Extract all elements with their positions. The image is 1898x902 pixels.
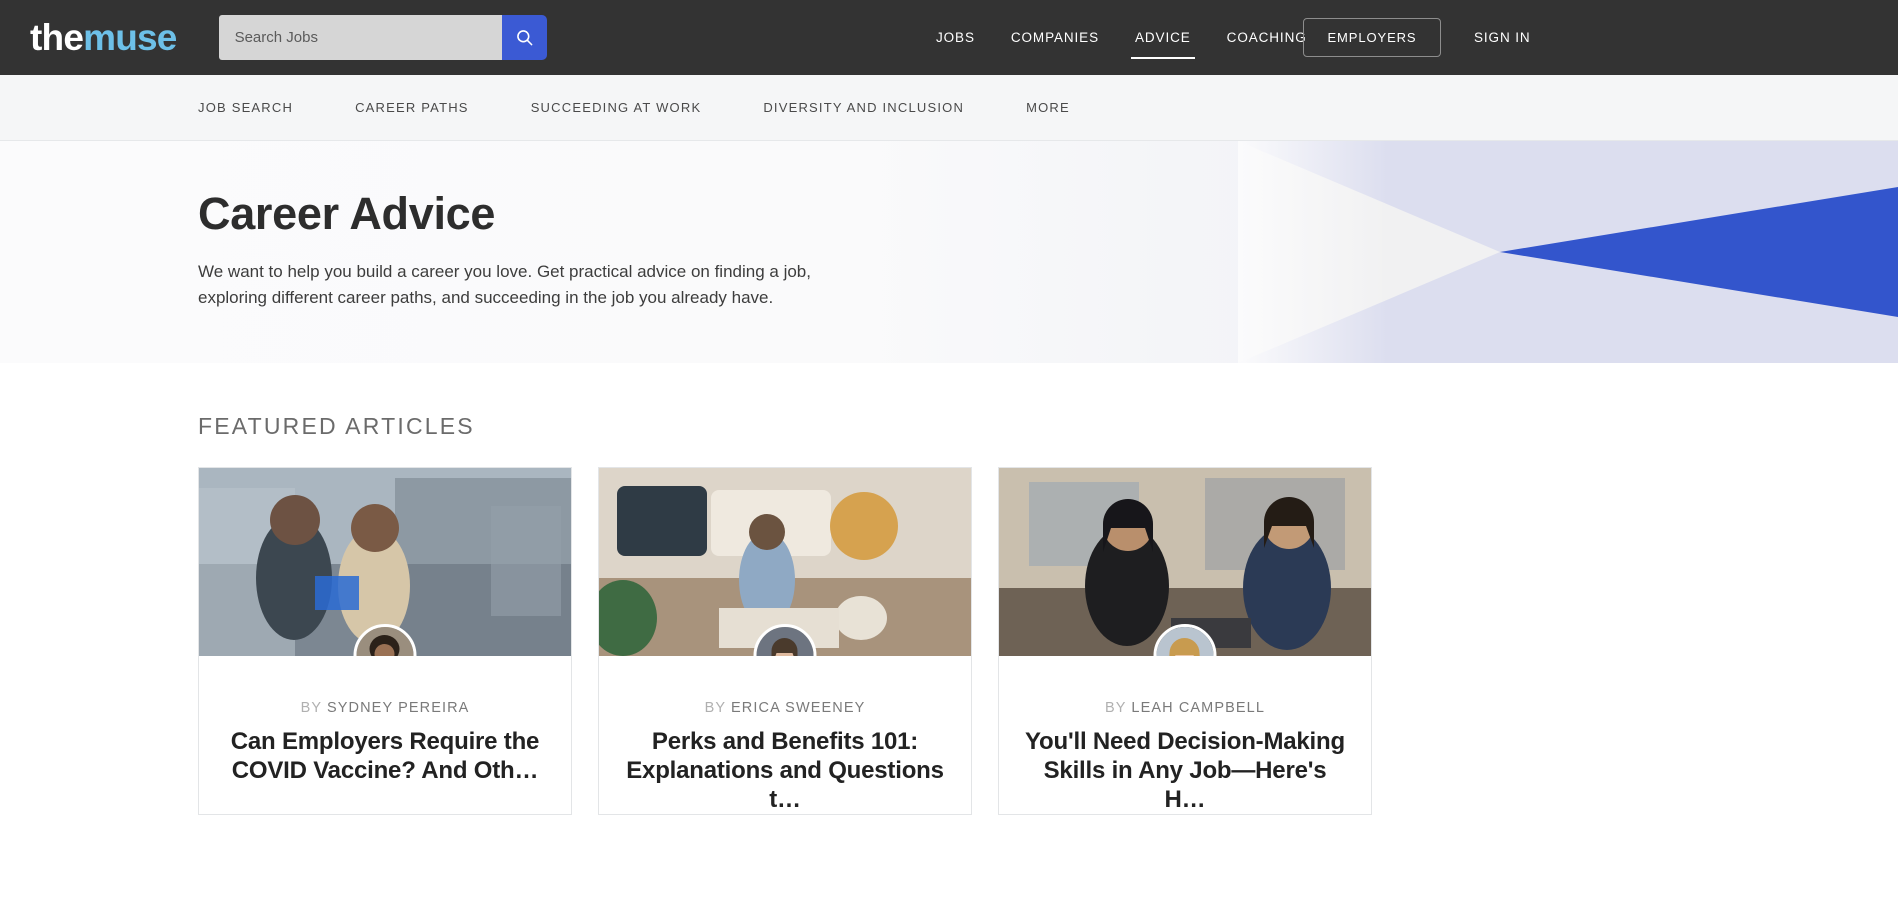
employers-button[interactable]: EMPLOYERS (1303, 18, 1441, 57)
sign-in-link[interactable]: SIGN IN (1474, 0, 1531, 75)
article-author: SYDNEY PEREIRA (326, 700, 470, 716)
article-author: LEAH CAMPBELL (1131, 700, 1265, 716)
search-icon (516, 30, 532, 46)
subnav-item-career-paths[interactable]: CAREER PATHS (355, 100, 469, 115)
article-card[interactable]: BY SYDNEY PEREIRA Can Employers Require … (198, 467, 572, 816)
subnav-item-diversity-and-inclusion[interactable]: DIVERSITY AND INCLUSION (763, 100, 964, 115)
article-card[interactable]: BY ERICA SWEENEY Perks and Benefits 101:… (598, 467, 972, 816)
primary-nav: JOBS COMPANIES ADVICE COACHING (918, 0, 1325, 75)
featured-articles-heading: FEATURED ARTICLES (198, 413, 475, 439)
hero-banner: Career Advice We want to help you build … (0, 141, 1898, 363)
byline-prefix: BY (704, 700, 726, 716)
article-headline[interactable]: Can Employers Require the COVID Vaccine?… (221, 728, 549, 786)
job-search-form (218, 15, 547, 60)
subnav-item-job-search[interactable]: JOB SEARCH (198, 100, 293, 115)
byline-prefix: BY (1105, 700, 1127, 716)
article-thumbnail (999, 468, 1371, 656)
article-author: ERICA SWEENEY (731, 700, 866, 716)
top-navigation-bar: themuse JOBS COMPANIES ADVICE COACHING E… (0, 0, 1898, 75)
article-byline: BY SYDNEY PEREIRA (221, 700, 549, 716)
article-byline: BY ERICA SWEENEY (621, 700, 949, 716)
nav-item-companies[interactable]: COMPANIES (993, 0, 1117, 75)
logo-text-muse: muse (83, 17, 177, 58)
search-submit-button[interactable] (501, 15, 547, 60)
avatar-image-3 (1156, 627, 1214, 656)
article-card[interactable]: BY LEAH CAMPBELL You'll Need Decision-Ma… (998, 467, 1372, 816)
page-title: Career Advice (198, 188, 496, 239)
avatar-image-1 (356, 627, 414, 656)
nav-item-advice[interactable]: ADVICE (1117, 0, 1209, 75)
subnav-item-more[interactable]: MORE (1026, 100, 1070, 115)
logo-text-the: the (30, 17, 84, 58)
nav-item-jobs[interactable]: JOBS (918, 0, 993, 75)
article-headline[interactable]: Perks and Benefits 101: Explanations and… (621, 728, 949, 814)
search-input[interactable] (218, 15, 502, 60)
featured-articles-section: FEATURED ARTICLES BY SYDNEY PEREIRA Can … (0, 363, 1898, 816)
avatar-image-2 (756, 627, 814, 656)
byline-prefix: BY (300, 700, 322, 716)
article-thumbnail (599, 468, 971, 656)
article-card-grid: BY SYDNEY PEREIRA Can Employers Require … (198, 467, 1898, 816)
article-headline[interactable]: You'll Need Decision-Making Skills in An… (1021, 728, 1349, 814)
article-thumbnail (199, 468, 571, 656)
site-logo[interactable]: themuse (30, 19, 177, 56)
subnav-item-succeeding-at-work[interactable]: SUCCEEDING AT WORK (531, 100, 702, 115)
article-byline: BY LEAH CAMPBELL (1021, 700, 1349, 716)
advice-category-nav: JOB SEARCH CAREER PATHS SUCCEEDING AT WO… (0, 75, 1898, 141)
page-description: We want to help you build a career you l… (198, 261, 811, 307)
